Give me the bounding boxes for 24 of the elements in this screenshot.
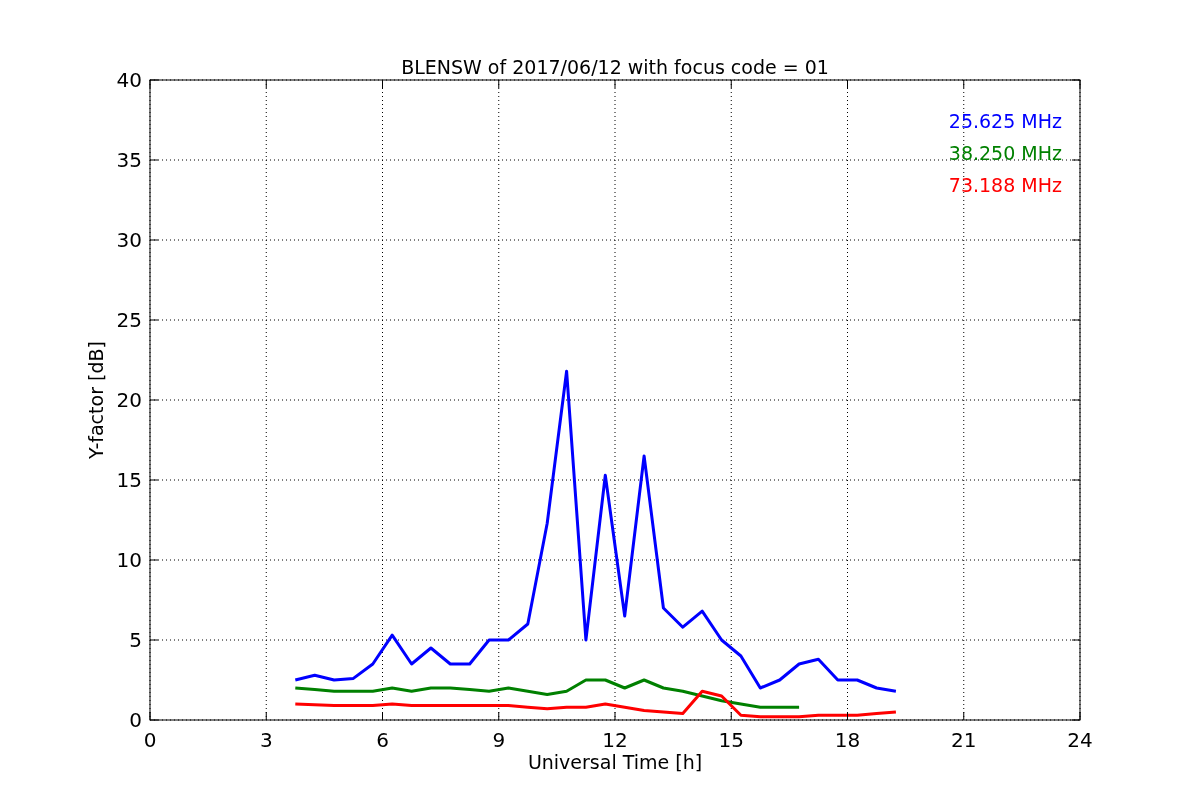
- tick-label: 21: [951, 728, 977, 752]
- tick-label: 0: [143, 728, 157, 752]
- tick-label: 0: [129, 708, 142, 732]
- tick-label: 30: [116, 228, 142, 252]
- tick-label: 15: [116, 468, 142, 492]
- chart-title: BLENSW of 2017/06/12 with focus code = 01: [401, 56, 829, 78]
- legend-label: 38.250 MHz: [948, 142, 1062, 164]
- legend-label: 25.625 MHz: [948, 110, 1062, 132]
- tick-label: 3: [259, 728, 273, 752]
- tick-label: 24: [1067, 728, 1093, 752]
- legend-label: 73.188 MHz: [948, 174, 1062, 196]
- tick-label: 9: [492, 728, 506, 752]
- tick-label: 25: [116, 308, 142, 332]
- tick-label: 15: [718, 728, 744, 752]
- tick-label: 20: [116, 388, 142, 412]
- tick-label: 35: [116, 148, 142, 172]
- tick-label: 5: [129, 628, 142, 652]
- tick-label: 6: [376, 728, 389, 752]
- tick-label: 12: [602, 728, 628, 752]
- y-axis-label: Y-factor [dB]: [85, 341, 107, 459]
- tick-label: 40: [116, 68, 142, 92]
- tick-label: 18: [834, 728, 861, 752]
- tick-label: 10: [116, 548, 142, 572]
- x-axis-label: Universal Time [h]: [527, 751, 703, 773]
